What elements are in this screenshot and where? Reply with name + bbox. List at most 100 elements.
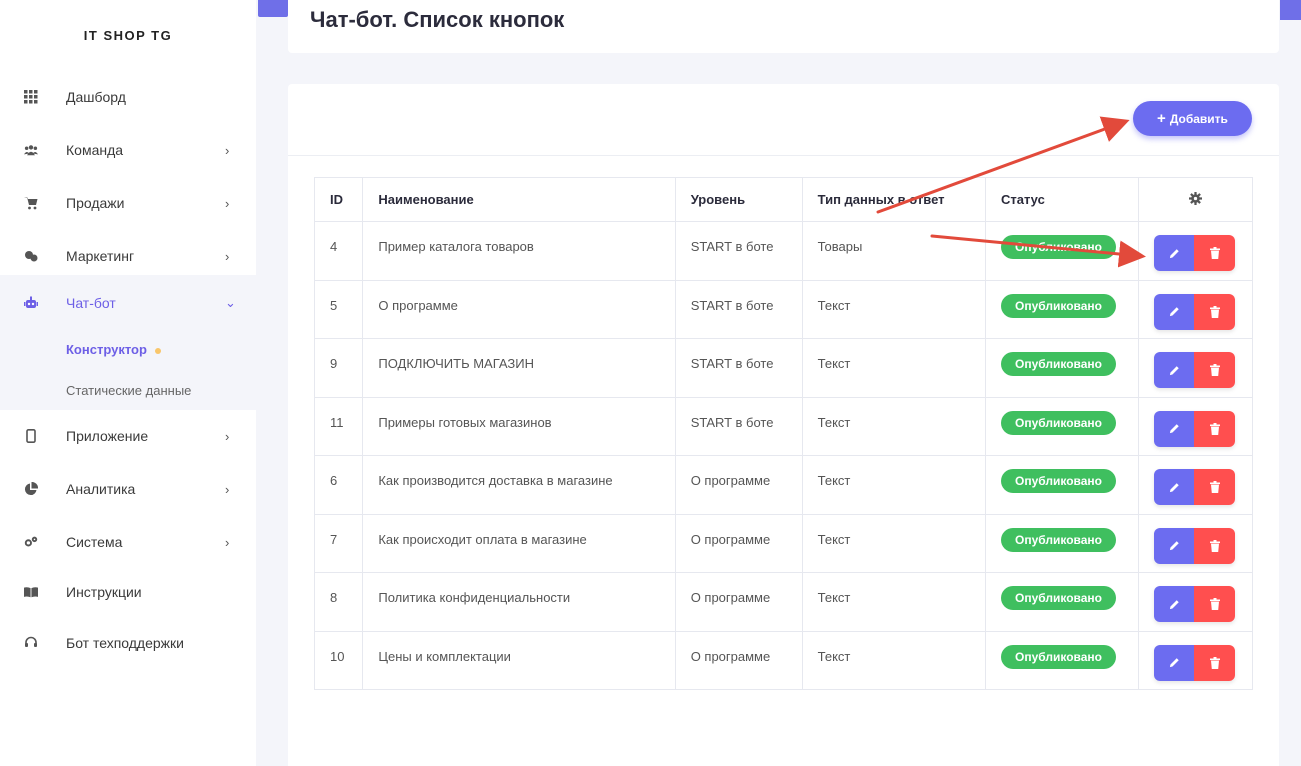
cell-id: 7 xyxy=(313,513,364,573)
sidebar-item-label: Бот техподдержки xyxy=(66,635,184,651)
sidebar-item-analytics[interactable]: Аналитика › xyxy=(0,469,256,509)
column-header-actions xyxy=(1138,177,1253,222)
row-actions xyxy=(1154,352,1236,388)
edit-button[interactable] xyxy=(1154,410,1195,447)
edit-button[interactable] xyxy=(1154,469,1195,505)
sidebar-item-sales[interactable]: Продажи › xyxy=(0,183,256,223)
cell-status: Опубликовано xyxy=(984,338,1140,398)
book-icon xyxy=(24,585,38,599)
delete-button[interactable] xyxy=(1194,527,1236,564)
sidebar-item-chatbot[interactable]: Чат-бот ⌄ xyxy=(0,283,256,323)
delete-button[interactable] xyxy=(1194,586,1236,622)
row-actions xyxy=(1154,644,1236,681)
pencil-icon xyxy=(1169,541,1179,551)
robot-icon xyxy=(24,296,38,310)
cell-status: Опубликовано xyxy=(984,279,1140,339)
sidebar-item-instructions[interactable]: Инструкции xyxy=(0,572,256,612)
mobile-icon xyxy=(24,429,38,443)
sidebar-item-label: Чат-бот xyxy=(66,295,116,311)
column-header-type[interactable]: Тип данных в ответ xyxy=(801,177,986,222)
sidebar-item-dashboard[interactable]: Дашборд xyxy=(0,77,256,117)
brand-logo[interactable]: IT SHOP TG xyxy=(0,28,256,43)
sidebar-item-system[interactable]: Система › xyxy=(0,522,256,562)
sidebar-item-app[interactable]: Приложение › xyxy=(0,416,256,456)
trash-icon xyxy=(1209,598,1220,610)
cell-level: START в боте xyxy=(674,338,803,398)
buttons-table: ID Наименование Уровень Тип данных в отв… xyxy=(313,177,1253,690)
cell-id: 9 xyxy=(313,338,364,398)
cell-type: Текст xyxy=(801,455,986,515)
edit-button[interactable] xyxy=(1154,527,1195,564)
cell-name: Как происходит оплата в магазине xyxy=(362,513,676,573)
cell-actions xyxy=(1138,338,1253,398)
delete-button[interactable] xyxy=(1194,644,1236,681)
cell-status: Опубликовано xyxy=(984,396,1140,456)
table-row: 11 Примеры готовых магазинов START в бот… xyxy=(313,396,1253,456)
delete-button[interactable] xyxy=(1194,352,1236,388)
pencil-icon xyxy=(1169,365,1179,375)
cell-level: START в боте xyxy=(674,279,803,339)
cell-name: О программе xyxy=(362,279,676,339)
cell-level: О программе xyxy=(674,572,803,632)
cell-level: О программе xyxy=(674,630,803,690)
submenu-item-constructor[interactable]: Конструктор xyxy=(66,342,161,357)
chevron-right-icon: › xyxy=(225,248,230,264)
delete-button[interactable] xyxy=(1194,235,1236,271)
column-header-id[interactable]: ID xyxy=(313,177,364,222)
sidebar-item-label: Маркетинг xyxy=(66,248,135,264)
status-badge: Опубликовано xyxy=(1000,644,1117,669)
edit-button[interactable] xyxy=(1154,352,1195,388)
table-row: 5 О программе START в боте Текст Опублик… xyxy=(313,279,1253,339)
cell-id: 10 xyxy=(313,630,364,690)
table-header-row: ID Наименование Уровень Тип данных в отв… xyxy=(313,177,1253,222)
sidebar-item-label: Инструкции xyxy=(66,584,142,600)
trash-icon xyxy=(1209,656,1220,669)
cell-name: Примеры готовых магазинов xyxy=(362,396,676,456)
cell-type: Текст xyxy=(801,630,986,690)
chevron-right-icon: › xyxy=(225,142,230,158)
add-button[interactable]: + Добавить xyxy=(1133,101,1252,136)
chevron-right-icon: › xyxy=(225,481,230,497)
edit-button[interactable] xyxy=(1154,235,1195,271)
row-actions xyxy=(1154,235,1236,271)
delete-button[interactable] xyxy=(1194,469,1236,505)
table-row: 4 Пример каталога товаров START в боте Т… xyxy=(313,221,1253,281)
edit-button[interactable] xyxy=(1154,586,1195,622)
cell-status: Опубликовано xyxy=(984,630,1140,690)
gears-icon xyxy=(24,535,38,549)
table-row: 6 Как производится доставка в магазине О… xyxy=(313,455,1253,515)
pencil-icon xyxy=(1169,248,1179,258)
sidebar-item-team[interactable]: Команда › xyxy=(0,130,256,170)
table-row: 8 Политика конфиденциальности О программ… xyxy=(313,572,1253,632)
trash-icon xyxy=(1209,305,1220,318)
status-badge: Опубликовано xyxy=(1000,410,1117,435)
cell-actions xyxy=(1138,513,1253,573)
table-row: 7 Как происходит оплата в магазине О про… xyxy=(313,513,1253,573)
row-actions xyxy=(1154,410,1236,447)
sidebar-item-label: Продажи xyxy=(66,195,125,211)
cell-type: Текст xyxy=(801,513,986,573)
delete-button[interactable] xyxy=(1194,410,1236,447)
sidebar-item-support-bot[interactable]: Бот техподдержки xyxy=(0,623,256,663)
edit-button[interactable] xyxy=(1154,644,1195,681)
column-header-name[interactable]: Наименование xyxy=(362,177,676,222)
edit-button[interactable] xyxy=(1154,293,1195,330)
column-header-status[interactable]: Статус xyxy=(984,177,1140,222)
trash-icon xyxy=(1209,422,1220,435)
pencil-icon xyxy=(1169,307,1179,317)
sidebar-item-marketing[interactable]: Маркетинг › xyxy=(0,236,256,276)
trash-icon xyxy=(1209,364,1220,376)
cell-actions xyxy=(1138,221,1253,281)
cell-actions xyxy=(1138,396,1253,456)
pencil-icon xyxy=(1169,599,1179,609)
cell-actions xyxy=(1138,279,1253,339)
grid-icon xyxy=(24,90,38,104)
megaphone-icon xyxy=(24,249,38,263)
sidebar-item-label: Команда xyxy=(66,142,124,158)
submenu-item-static-data[interactable]: Статические данные xyxy=(66,383,191,398)
cell-id: 11 xyxy=(313,396,364,456)
page-header: Чат-бот. Список кнопок xyxy=(288,0,1279,53)
cell-type: Текст xyxy=(801,338,986,398)
delete-button[interactable] xyxy=(1194,293,1236,330)
column-header-level[interactable]: Уровень xyxy=(674,177,803,222)
